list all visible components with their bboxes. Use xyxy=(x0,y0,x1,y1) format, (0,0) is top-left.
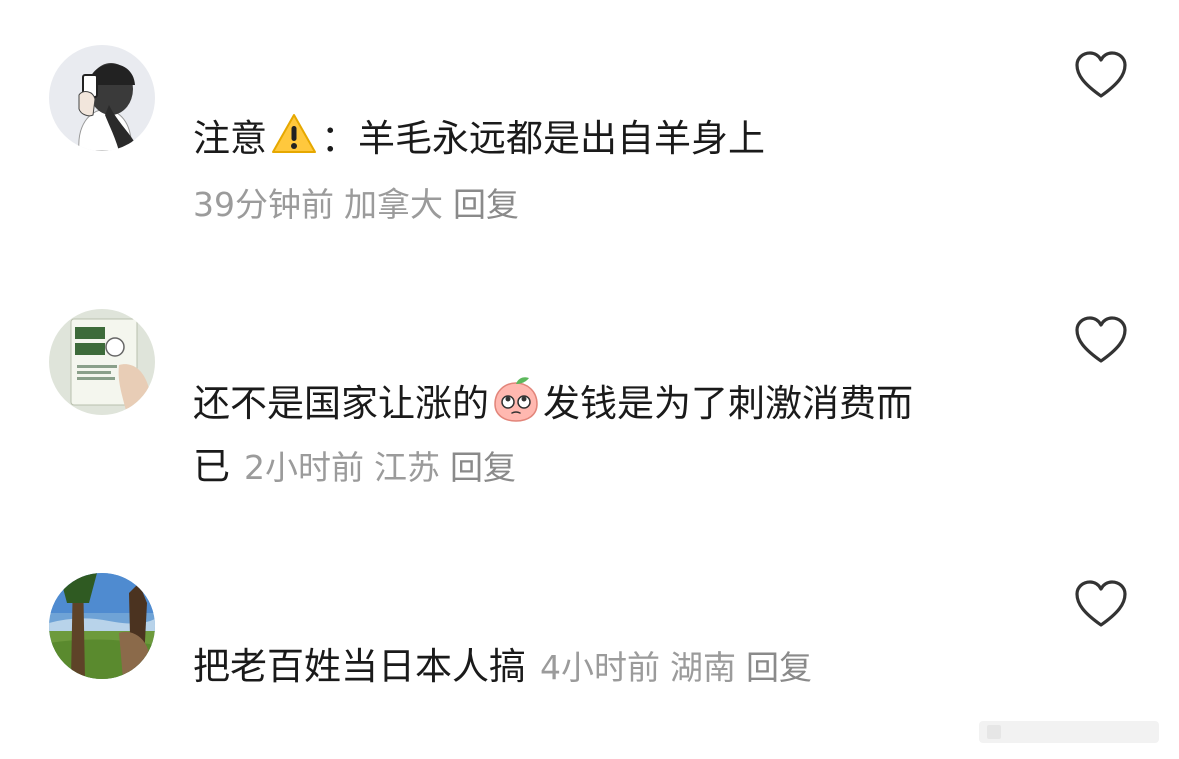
comment-time: 39分钟前 xyxy=(193,185,334,224)
avatar[interactable] xyxy=(49,573,155,679)
forest-landscape-avatar xyxy=(49,573,155,679)
avatar[interactable] xyxy=(49,309,155,415)
comment-location: 加拿大 xyxy=(344,185,443,224)
comment-text-part: 把老百姓当日本人搞 xyxy=(193,645,526,688)
heart-icon[interactable] xyxy=(1074,50,1128,100)
comment-text-part: 注意 xyxy=(193,117,267,160)
comment-text-part: ：羊毛永远都是出自羊身上 xyxy=(321,117,765,160)
comment-meta: 39分钟前 加拿大 回复 xyxy=(193,180,529,230)
comment-text-part: 还不是国家让涨的 xyxy=(193,382,489,425)
comment-time: 4小时前 xyxy=(540,648,660,687)
peach-rolling-eyes-emoji xyxy=(494,377,538,422)
comment-text: 注意 ：羊毛永远都是出自羊身上 xyxy=(193,108,765,170)
comment-location: 湖南 xyxy=(670,648,736,687)
comment-text-part: 发钱是为了刺激消费而 xyxy=(543,382,913,425)
comment-text-part: 已 xyxy=(193,445,230,488)
watermark-logo xyxy=(979,721,1159,743)
reply-button[interactable]: 回复 xyxy=(450,448,516,487)
avatar[interactable] xyxy=(49,45,155,151)
comment-meta: 2小时前 江苏 回复 xyxy=(244,448,526,487)
heart-icon[interactable] xyxy=(1074,315,1128,365)
comment-text-line2: 已 2小时前 江苏 回复 xyxy=(193,436,526,499)
comment-time: 2小时前 xyxy=(244,448,364,487)
comment-text: 把老百姓当日本人搞 4小时前 湖南 回复 xyxy=(193,636,822,699)
warning-icon xyxy=(272,114,316,153)
heart-icon[interactable] xyxy=(1074,579,1128,629)
comment-text: 还不是国家让涨的 发钱是为了刺激消费而 xyxy=(193,373,913,435)
reply-button[interactable]: 回复 xyxy=(746,648,812,687)
woman-in-beanie-avatar xyxy=(49,45,155,151)
comment-meta: 4小时前 湖南 回复 xyxy=(540,648,822,687)
book-cover-avatar xyxy=(49,309,155,415)
reply-button[interactable]: 回复 xyxy=(453,185,519,224)
comment-location: 江苏 xyxy=(374,448,440,487)
